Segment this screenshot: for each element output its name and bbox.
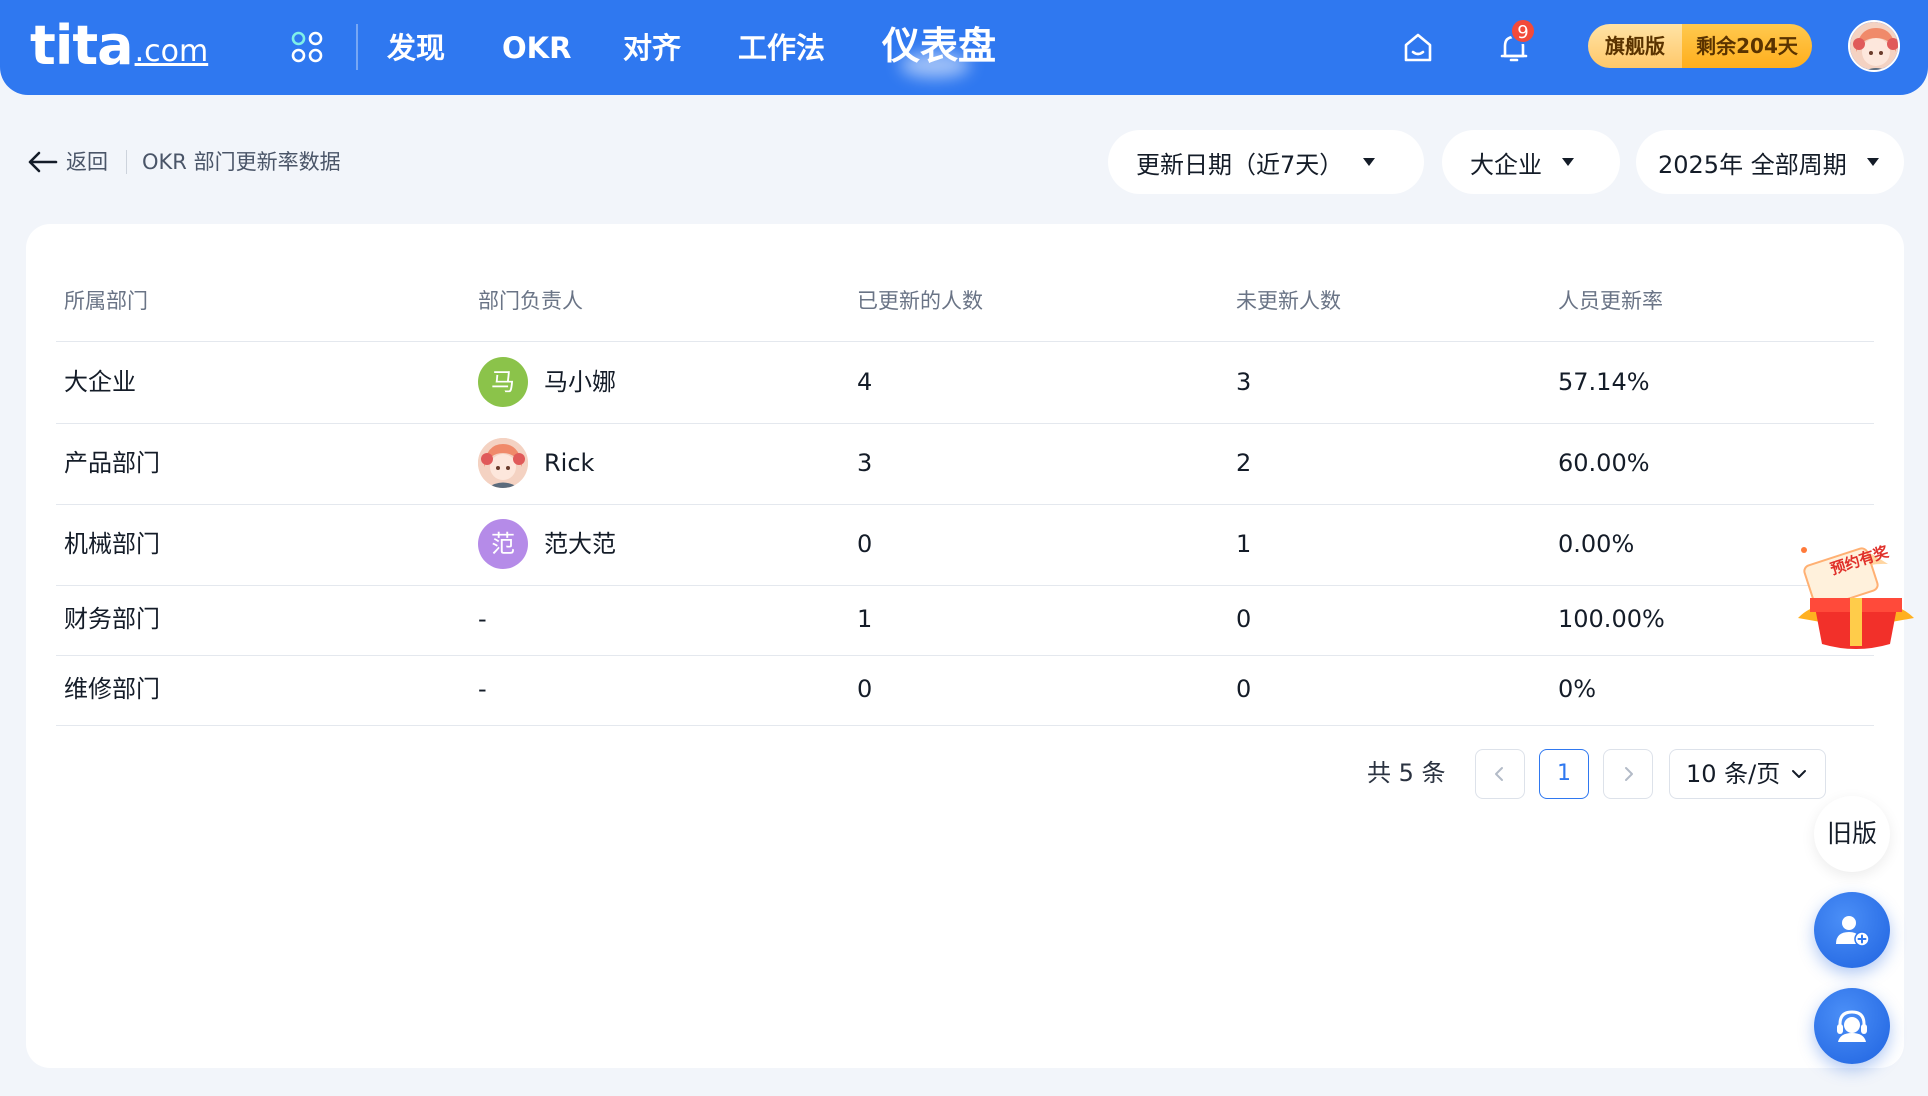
cell-updated: 1 bbox=[857, 605, 873, 633]
nav-dashboard[interactable]: 仪表盘 bbox=[882, 22, 996, 68]
caret-down-icon bbox=[1363, 158, 1376, 166]
column-header-department: 所属部门 bbox=[64, 289, 148, 313]
owner-avatar: 马 bbox=[478, 357, 528, 407]
nav-divider bbox=[356, 24, 358, 70]
cell-owner[interactable]: 范大范 bbox=[544, 528, 616, 560]
department-filter-value: 大企业 bbox=[1470, 150, 1542, 179]
caret-down-icon bbox=[1866, 158, 1879, 166]
gift-promo-icon[interactable]: 预约有奖 bbox=[1796, 540, 1916, 650]
owner-avatar-image bbox=[478, 438, 528, 488]
data-card bbox=[26, 224, 1904, 1068]
cell-owner[interactable]: Rick bbox=[544, 447, 594, 479]
cell-not-updated: 0 bbox=[1236, 675, 1252, 703]
cell-updated: 0 bbox=[857, 530, 873, 558]
owner-avatar: 范 bbox=[478, 519, 528, 569]
user-add-icon bbox=[1836, 916, 1870, 947]
total-count: 共 5 条 bbox=[1367, 759, 1446, 787]
back-link[interactable]: 返回 bbox=[66, 148, 108, 176]
date-range-filter[interactable]: 更新日期（近7天） bbox=[1108, 130, 1424, 194]
apps-grid-icon[interactable] bbox=[290, 30, 324, 64]
department-filter[interactable]: 大企业 bbox=[1442, 130, 1620, 194]
cell-department: 产品部门 bbox=[64, 449, 160, 477]
page-title: OKR 部门更新率数据 bbox=[142, 150, 341, 174]
cell-not-updated: 2 bbox=[1236, 449, 1252, 477]
chevron-right-icon bbox=[1625, 767, 1633, 781]
table-row-divider bbox=[56, 423, 1874, 424]
headset-icon bbox=[1837, 1010, 1867, 1042]
cell-updated: 0 bbox=[857, 675, 873, 703]
table-row-divider bbox=[56, 655, 1874, 656]
cell-department: 大企业 bbox=[64, 368, 136, 396]
cell-updated: 4 bbox=[857, 368, 873, 396]
cell-update-rate: 0% bbox=[1558, 675, 1597, 703]
tita-logo[interactable]: tita .com bbox=[30, 18, 208, 74]
customer-service-button[interactable] bbox=[1814, 988, 1890, 1064]
page-1-button[interactable]: 1 bbox=[1539, 749, 1589, 799]
period-filter-value: 2025年 全部周期 bbox=[1658, 150, 1847, 179]
cell-owner: - bbox=[478, 605, 487, 633]
next-page-button[interactable] bbox=[1603, 749, 1653, 799]
logo-text: tita bbox=[30, 14, 134, 77]
table-row-divider bbox=[56, 725, 1874, 726]
logo-suffix: .com bbox=[134, 34, 209, 69]
date-range-filter-value: 更新日期（近7天） bbox=[1136, 150, 1344, 179]
back-arrow-icon[interactable] bbox=[26, 148, 60, 176]
column-header-not-updated: 未更新人数 bbox=[1236, 289, 1341, 313]
column-header-owner: 部门负责人 bbox=[478, 289, 583, 313]
table-row-divider bbox=[56, 585, 1874, 586]
home-icon[interactable] bbox=[1400, 30, 1436, 66]
cell-not-updated: 1 bbox=[1236, 530, 1252, 558]
cell-update-rate: 0.00% bbox=[1558, 530, 1635, 558]
nav-align[interactable]: 对齐 bbox=[623, 26, 681, 70]
chevron-down-icon bbox=[1792, 770, 1806, 778]
table-header-divider bbox=[56, 341, 1874, 342]
top-navigation-bar: tita .com 发现 OKR 对齐 工作法 仪表盘 9 旗舰版 剩余204天 bbox=[0, 0, 1928, 95]
page-size-select[interactable]: 10 条/页 bbox=[1669, 749, 1826, 799]
edition-remaining: 剩余204天 bbox=[1682, 24, 1812, 68]
column-header-updated: 已更新的人数 bbox=[857, 289, 983, 313]
chevron-left-icon bbox=[1495, 767, 1503, 781]
cell-update-rate: 57.14% bbox=[1558, 368, 1650, 396]
cell-department: 财务部门 bbox=[64, 605, 160, 633]
prev-page-button[interactable] bbox=[1475, 749, 1525, 799]
user-avatar-image bbox=[1850, 22, 1898, 70]
page-size-value: 10 条/页 bbox=[1686, 760, 1781, 788]
cell-not-updated: 3 bbox=[1236, 368, 1252, 396]
user-avatar[interactable] bbox=[1848, 20, 1900, 72]
cell-updated: 3 bbox=[857, 449, 873, 477]
edition-label: 旗舰版 bbox=[1588, 24, 1682, 68]
nav-work-method[interactable]: 工作法 bbox=[738, 26, 825, 70]
edition-badge[interactable]: 旗舰版 剩余204天 bbox=[1588, 24, 1812, 68]
cell-owner[interactable]: 马小娜 bbox=[544, 366, 616, 398]
cell-not-updated: 0 bbox=[1236, 605, 1252, 633]
cell-update-rate: 100.00% bbox=[1558, 605, 1665, 633]
column-header-update-rate: 人员更新率 bbox=[1558, 289, 1663, 313]
invite-user-button[interactable] bbox=[1814, 892, 1890, 968]
cell-update-rate: 60.00% bbox=[1558, 449, 1650, 477]
cell-department: 机械部门 bbox=[64, 530, 160, 558]
owner-avatar bbox=[478, 438, 528, 488]
breadcrumb-divider bbox=[126, 150, 127, 174]
nav-okr[interactable]: OKR bbox=[502, 26, 571, 70]
period-filter[interactable]: 2025年 全部周期 bbox=[1636, 130, 1904, 194]
cell-department: 维修部门 bbox=[64, 675, 160, 703]
nav-discover[interactable]: 发现 bbox=[387, 26, 445, 70]
cell-owner: - bbox=[478, 675, 487, 703]
old-version-button[interactable]: 旧版 bbox=[1814, 796, 1890, 872]
caret-down-icon bbox=[1562, 158, 1574, 166]
table-row-divider bbox=[56, 504, 1874, 505]
notification-badge: 9 bbox=[1510, 18, 1536, 44]
